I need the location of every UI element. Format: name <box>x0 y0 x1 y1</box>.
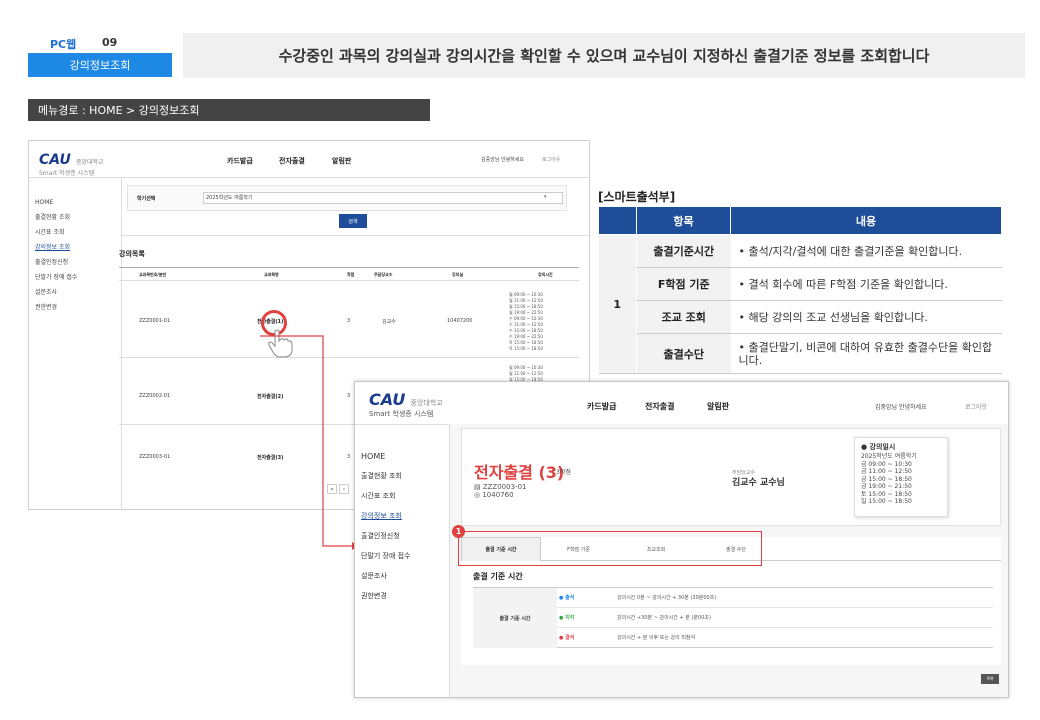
logout-link[interactable]: 로그아웃 <box>542 156 560 163</box>
app-logo: CAU 중앙대학교 Smart 학생증 시스템 <box>369 390 443 419</box>
status-late: ● 지각 <box>559 615 575 621</box>
lecture-list-title: 강의목록 <box>119 250 145 258</box>
nav-card[interactable]: 카드발급 <box>227 156 253 166</box>
status-present: ● 출석 <box>559 595 575 601</box>
semester-select[interactable]: 2025학년도 여름학기 <box>203 192 563 204</box>
nav-attendance[interactable]: 전자출결 <box>645 401 674 412</box>
greeting: 김중앙님 안녕하세요 <box>481 157 524 163</box>
row-number: 1 <box>598 234 637 374</box>
sidebar-item-home[interactable]: HOME <box>361 452 411 461</box>
sidebar-item-timetable[interactable]: 시간표 조회 <box>361 491 411 501</box>
sidebar: HOME 출결현황 조회 시간표 조회 강의정보 조회 출결인정신청 단말기 장… <box>361 452 411 611</box>
semester-label: 학기선택 <box>137 196 156 202</box>
schedule-list: 2025학년도 여름학기 금 09:00 ~ 10:30 금 11:00 ~ 12:… <box>861 453 917 505</box>
greeting: 김중앙님 안녕하세요 <box>875 404 927 411</box>
status-absent: ● 결석 <box>559 635 575 641</box>
content-attendance-time: • 출석/지각/결석에 대한 출결기준을 확인합니다. <box>730 234 1002 268</box>
content-f-grade: • 결석 회수에 따른 F학점 기준을 확인합니다. <box>730 267 1002 301</box>
logo-system: Smart 학생증 시스템 <box>39 170 95 177</box>
course-title: 전자출결 (3) <box>474 463 565 482</box>
course-credit: 3학점 <box>556 469 571 476</box>
criteria-section: 출결 기준 시간 출결 기준 시간 ● 출석 강의시간 0분 ~ 강의시간 + … <box>461 561 1001 665</box>
criteria-title: 출결 기준 시간 <box>473 572 523 581</box>
prof-name: 김교수 교수님 <box>732 478 785 488</box>
schedule-title: ● 강의일시 <box>861 443 896 451</box>
sidebar-item-attendance[interactable]: 출결현황 조회 <box>361 471 411 481</box>
sidebar-item-home[interactable]: HOME <box>35 199 77 206</box>
step-badge: 1 <box>452 525 465 538</box>
sidebar-item-lecture-info[interactable]: 강의정보 조회 <box>35 242 77 251</box>
smart-attendance-table: 항목 내용 1 출결기준시간 • 출석/지각/결석에 대한 출결기준을 확인합니… <box>598 206 1002 374</box>
sidebar-item-timetable[interactable]: 시간표 조회 <box>35 227 77 236</box>
sidebar-item-permission[interactable]: 권한변경 <box>361 591 411 601</box>
logout-link[interactable]: 로그아웃 <box>965 402 987 411</box>
nav-card[interactable]: 카드발급 <box>587 401 616 412</box>
app-logo: CAU 중앙대학교 Smart 학생증 시스템 <box>39 149 104 177</box>
logo-mark: CAU <box>39 152 71 168</box>
criteria-row: ● 지각 강의시간 +30분 ~ 강의시간 + 분 (분00초) <box>557 608 993 628</box>
course-card: 전자출결 (3) 3학점 ▤ ZZZ0003-01 ◎ 1040760 주담당교… <box>461 428 1001 526</box>
sidebar-item-survey[interactable]: 설문조사 <box>361 571 411 581</box>
item-method: 출결수단 <box>636 333 731 374</box>
item-assistant: 조교 조회 <box>636 300 731 334</box>
logo-mark: CAU <box>369 390 406 409</box>
section-title: 강의정보조회 <box>28 53 172 77</box>
criteria-row: ● 출석 강의시간 0분 ~ 강의시간 + 30분 (30분00초) <box>557 588 993 608</box>
sidebar-item-lecture-info[interactable]: 강의정보 조회 <box>361 511 411 521</box>
header-content: 내용 <box>730 206 1002 235</box>
table-header: 교과목번호/분반 교과목명 학점 주담당교수 강의실 강의시간 <box>119 267 579 281</box>
connector-arrow-icon <box>260 335 358 550</box>
logo-univ: 중앙대학교 <box>410 399 443 407</box>
criteria-row: ● 결석 강의시간 + 분 이후 또는 강의 미참석 <box>557 628 993 648</box>
tab-highlight-box <box>458 531 762 566</box>
nav-notice[interactable]: 알림판 <box>707 401 729 412</box>
content-method: • 출결단말기, 비콘에 대하여 유효한 출결수단을 확인합니다. <box>730 333 1002 374</box>
pc-web-tag: PC웹 <box>50 38 77 51</box>
list-button[interactable]: 목록 <box>981 674 999 684</box>
logo-system: Smart 학생증 시스템 <box>369 410 434 418</box>
nav-attendance[interactable]: 전자출결 <box>279 156 305 166</box>
sidebar-item-recognition[interactable]: 출결인정신청 <box>35 257 77 266</box>
sidebar-item-recognition[interactable]: 출결인정신청 <box>361 531 411 541</box>
chevron-down-icon: ▾ <box>544 194 547 200</box>
sidebar-item-attendance[interactable]: 출결현황 조회 <box>35 212 77 221</box>
sidebar-item-device-error[interactable]: 단말기 장애 접수 <box>361 551 411 561</box>
header-item: 항목 <box>636 206 731 235</box>
lecture-times: 월 09:00 ~ 10:30 월 11:00 ~ 12:50 월 15:00 ~ … <box>509 292 543 351</box>
schedule-card: ● 강의일시 2025학년도 여름학기 금 09:00 ~ 10:30 금 11:0… <box>854 437 948 517</box>
item-f-grade: F학점 기준 <box>636 267 731 301</box>
course-room: ◎ 1040760 <box>474 491 514 499</box>
criteria-label: 출결 기준 시간 <box>473 588 557 648</box>
sidebar-item-permission[interactable]: 권한변경 <box>35 302 77 311</box>
menu-path: 메뉴경로 : HOME > 강의정보조회 <box>28 99 430 121</box>
course-code: ▤ ZZZ0003-01 <box>474 483 527 491</box>
smart-attendance-title: [스마트출석부] <box>598 190 676 204</box>
page-number: 09 <box>102 36 118 49</box>
page-description: 수강중인 과목의 강의실과 강의시간을 확인할 수 있으며 교수님이 지정하신 … <box>183 33 1025 78</box>
logo-univ: 중앙대학교 <box>75 159 104 166</box>
sidebar-item-survey[interactable]: 설문조사 <box>35 287 77 296</box>
search-button[interactable]: 검색 <box>339 214 367 228</box>
sidebar: HOME 출결현황 조회 시간표 조회 강의정보 조회 출결인정신청 단말기 장… <box>35 199 77 317</box>
content-assistant: • 해당 강의의 조교 선생님을 확인합니다. <box>730 300 1002 334</box>
sidebar-item-device-error[interactable]: 단말기 장애 접수 <box>35 272 77 281</box>
item-attendance-time: 출결기준시간 <box>636 234 731 268</box>
nav-notice[interactable]: 알림판 <box>332 156 351 166</box>
